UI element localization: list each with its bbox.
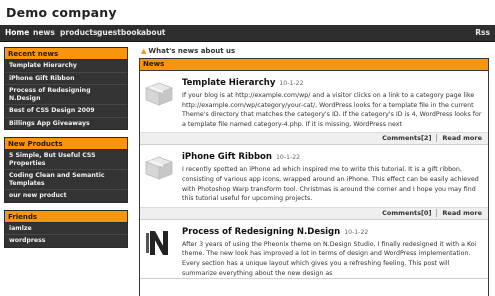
- sidebar-item-best-css-design[interactable]: Best of CSS Design 2009: [5, 104, 127, 117]
- post-footer: Comments[0] Read more: [140, 206, 488, 219]
- widget-title: Recent news: [5, 48, 127, 60]
- post-content: Template Hierarchy 10-1-22 If your blog i…: [182, 71, 484, 129]
- post-header: iPhone Gift Ribbon 10-1-22: [182, 151, 484, 164]
- top-navigation: Home news products guestbook about Rss: [0, 25, 495, 42]
- post-item: iPhone Gift Ribbon 10-1-22 I recently spo…: [140, 145, 488, 220]
- divider: [436, 134, 438, 143]
- n-logo-icon: [146, 230, 168, 255]
- widget-title: New Products: [5, 138, 127, 150]
- post-item: Process of Redesigning N.Design 10-1-22 A…: [140, 220, 488, 280]
- sidebar-item-redesigning-ndesign[interactable]: Process of Redesigning N.Design: [5, 84, 127, 104]
- post-title[interactable]: Template Hierarchy: [182, 78, 275, 88]
- nav-news[interactable]: news: [33, 28, 55, 37]
- post-header: Process of Redesigning N.Design 10-1-22: [182, 226, 484, 239]
- box-icon: [144, 82, 174, 106]
- warning-icon: ▲: [141, 47, 147, 55]
- sidebar-item-wordpress[interactable]: wordpress: [5, 234, 127, 247]
- post-title[interactable]: iPhone Gift Ribbon: [182, 152, 272, 162]
- post-excerpt: I recently spotted an iPhone ad which in…: [182, 166, 479, 203]
- sidebar-item-new-product[interactable]: our new product: [5, 189, 127, 202]
- post-date: 10-1-22: [344, 228, 369, 236]
- widget-list: 5 Simple, But Useful CSS Properties Codi…: [5, 150, 127, 202]
- sidebar-item-css-properties[interactable]: 5 Simple, But Useful CSS Properties: [5, 150, 127, 169]
- sidebar-item-template-hierarchy[interactable]: Template Hierarchy: [5, 60, 127, 72]
- post-excerpt: After 3 years of using the Pheonix theme…: [182, 240, 477, 277]
- post-content: Process of Redesigning N.Design 10-1-22 A…: [182, 220, 484, 278]
- sidebar: Recent news Template Hierarchy iPhone Gi…: [4, 47, 128, 255]
- box-icon: [144, 156, 174, 180]
- post-content: iPhone Gift Ribbon 10-1-22 I recently spo…: [182, 145, 484, 203]
- sidebar-item-semantic-templates[interactable]: Coding Clean and Semantic Templates: [5, 169, 127, 189]
- comments-link[interactable]: Comments[2]: [382, 134, 431, 142]
- divider: [436, 208, 438, 217]
- comments-link[interactable]: Comments[0]: [382, 209, 431, 217]
- widget-title: Friends: [5, 210, 127, 223]
- recent-news-widget: Recent news Template Hierarchy iPhone Gi…: [4, 47, 128, 130]
- post-header: Template Hierarchy 10-1-22: [182, 77, 484, 90]
- news-box: News Template Hierarchy 10-1-22 If your b…: [139, 58, 489, 296]
- friends-widget: Friends iamlze wordpress: [4, 209, 128, 248]
- sidebar-item-iamlze[interactable]: iamlze: [5, 223, 127, 235]
- post-date: 10-1-22: [279, 80, 304, 87]
- nav-home[interactable]: Home: [5, 28, 29, 37]
- read-more-link[interactable]: Read more: [442, 209, 482, 217]
- widget-list: iamlze wordpress: [5, 222, 127, 247]
- site-header: Demo company: [0, 0, 495, 25]
- news-box-title: News: [140, 59, 488, 71]
- main-heading: ▲ What's news about us: [141, 47, 236, 55]
- nav-guestbook[interactable]: guestbook: [97, 28, 142, 37]
- post-title[interactable]: Process of Redesigning N.Design: [182, 227, 340, 237]
- nav-about[interactable]: about: [141, 28, 166, 37]
- rss-link[interactable]: Rss: [475, 28, 490, 37]
- post-item: Template Hierarchy 10-1-22 If your blog i…: [140, 71, 488, 146]
- nav-products[interactable]: products: [60, 28, 97, 37]
- post-excerpt: If your blog is at http://example.com/wp…: [182, 92, 482, 128]
- widget-list: Template Hierarchy iPhone Gift Ribbon Pr…: [5, 60, 127, 129]
- new-products-widget: New Products 5 Simple, But Useful CSS Pr…: [4, 137, 128, 203]
- post-date: 10-1-22: [275, 154, 301, 162]
- site-title[interactable]: Demo company: [6, 5, 117, 20]
- sidebar-item-billings-app[interactable]: Billings App Giveaways: [5, 116, 127, 130]
- main-content: ▲ What's news about us News Template Hier…: [139, 46, 489, 296]
- sidebar-item-iphone-gift-ribbon[interactable]: iPhone Gift Ribbon: [5, 71, 127, 85]
- post-footer: Comments[2] Read more: [140, 132, 488, 145]
- read-more-link[interactable]: Read more: [442, 134, 482, 142]
